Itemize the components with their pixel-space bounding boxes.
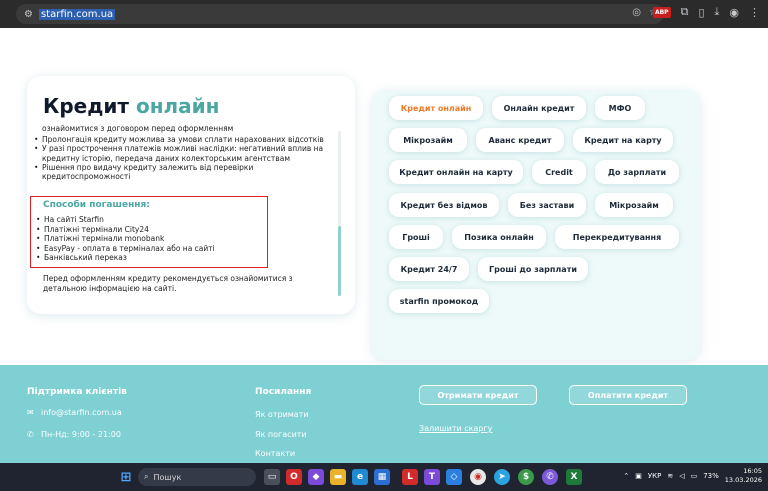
battery-icon[interactable]: ▭: [691, 472, 698, 480]
clock-date: 13.03.2026: [724, 476, 762, 484]
get-credit-button[interactable]: Отримати кредит: [419, 385, 537, 405]
tag-online-credit[interactable]: Онлайн кредит: [492, 96, 586, 120]
mail-icon: ✉: [27, 408, 34, 417]
tag-refinancing[interactable]: Перекредитування: [555, 225, 679, 249]
list-item: • Платіжні термінали City24: [36, 224, 149, 234]
tag-starfin-promo[interactable]: starfin промокод: [389, 289, 489, 313]
dropbox-icon[interactable]: ◇: [446, 469, 462, 485]
address-bar[interactable]: ⚙ starfin.com.ua ◎ ☆: [16, 4, 664, 24]
support-hours: ✆ Пн-Нд: 9:00 - 21:00: [27, 430, 121, 439]
extensions-icon[interactable]: ⧉: [681, 5, 689, 19]
list-item: • Пролонгація кредиту можлива за умови сп…: [34, 135, 324, 144]
volume-icon[interactable]: ◁: [679, 472, 684, 480]
link-how-to-pay[interactable]: Як погасити: [255, 430, 307, 439]
clock-time: 16:05: [743, 467, 762, 475]
links-heading: Посилання: [255, 387, 312, 397]
link-contacts[interactable]: Контакти: [255, 449, 295, 458]
windows-start-icon[interactable]: ⊞: [118, 469, 134, 485]
list-item: • Банківський переказ: [36, 253, 127, 262]
tag-until-salary[interactable]: До зарплати: [595, 160, 679, 184]
sidebar-icon[interactable]: ▯: [698, 6, 704, 19]
list-item: • Рішення про видачу кредиту залежить від…: [34, 162, 254, 182]
page-content: Кредит онлайн ознайомитися з договором п…: [0, 28, 768, 463]
browser-toolbar: ⚙ starfin.com.ua ◎ ☆ ABP ⧉ ▯ ⤓ ◉ ⋮: [0, 0, 768, 28]
list-item: • Платіжні термінали monobank: [36, 234, 165, 243]
url-text[interactable]: starfin.com.ua: [38, 8, 116, 20]
eye-off-icon[interactable]: ◎: [632, 7, 641, 18]
download-icon[interactable]: ⤓: [715, 5, 720, 19]
search-placeholder: Пошук: [153, 472, 182, 482]
tag-advance-credit[interactable]: Аванс кредит: [476, 128, 564, 152]
link-how-to-get[interactable]: Як отримати: [255, 410, 309, 419]
teams-icon[interactable]: T: [424, 469, 440, 485]
clock[interactable]: 16:05 13.03.2026: [725, 467, 762, 485]
list-item: • EasyPay - оплата в терміналах або на са…: [36, 243, 215, 253]
task-view-icon[interactable]: ▭: [264, 469, 280, 485]
tag-online-loan[interactable]: Позика онлайн: [452, 225, 546, 249]
tag-money[interactable]: Гроші: [389, 225, 443, 249]
tag-credit-to-card[interactable]: Кредит на карту: [573, 128, 673, 152]
tray-chevron-icon[interactable]: ⌃: [623, 472, 629, 480]
tag-credit-online-card[interactable]: Кредит онлайн на карту: [389, 160, 523, 184]
list-item: • У разі прострочення платежів можливі на…: [34, 144, 324, 163]
title-highlight: онлайн: [135, 94, 220, 118]
site-info-icon[interactable]: ⚙: [24, 9, 33, 20]
file-explorer-icon[interactable]: ▬: [330, 469, 346, 485]
tag-credit-24-7[interactable]: Кредит 24/7: [389, 257, 469, 281]
copilot-icon[interactable]: ◆: [308, 469, 324, 485]
viber-icon[interactable]: ✆: [542, 469, 558, 485]
footnote: Перед оформленням кредиту рекомендується…: [43, 274, 293, 293]
tag-microloan-2[interactable]: Мікрозайм: [595, 193, 673, 217]
chrome-icon[interactable]: ◉: [470, 469, 486, 485]
scrollbar-thumb[interactable]: [338, 226, 341, 296]
windows-taskbar: ⊞ ⌕ Пошук ▭ O ◆ ▬ e ▦ L T ◇ ◉ ➤ $ ✆ X ⌃ …: [0, 463, 768, 491]
store-icon[interactable]: ▦: [374, 469, 390, 485]
card-title: Кредит онлайн: [43, 94, 220, 118]
tag-no-refusal[interactable]: Кредит без відмов: [389, 193, 499, 217]
app-green-icon[interactable]: $: [518, 469, 534, 485]
tag-mfo[interactable]: МФО: [595, 96, 645, 120]
app-l-icon[interactable]: L: [402, 469, 418, 485]
tag-credit-online[interactable]: Кредит онлайн: [389, 96, 483, 120]
menu-icon[interactable]: ⋮: [749, 6, 760, 19]
leave-complaint-link[interactable]: Залишити скаргу: [419, 424, 492, 433]
telegram-icon[interactable]: ➤: [494, 469, 510, 485]
taskbar-search[interactable]: ⌕ Пошук: [138, 468, 256, 486]
payment-methods-title: Способи погашення:: [43, 200, 150, 210]
site-footer: Підтримка клієнтів ✉ info@starfin.com.ua …: [0, 365, 768, 463]
tag-no-collateral[interactable]: Без застави: [508, 193, 586, 217]
search-icon: ⌕: [144, 472, 149, 481]
payment-methods-list: • На сайті Starfin • Платіжні термінали Ci…: [36, 215, 215, 263]
pay-credit-button[interactable]: Оплатити кредит: [569, 385, 687, 405]
tag-money-until-salary[interactable]: Гроші до зарплати: [478, 257, 588, 281]
tag-microloan[interactable]: Мікрозайм: [389, 128, 467, 152]
battery-level: 73%: [703, 472, 719, 480]
wifi-icon[interactable]: ≋: [667, 472, 673, 480]
intro-fragment: ознайомитися з договором перед оформленн…: [42, 124, 234, 133]
adblock-extension-icon[interactable]: ABP: [652, 6, 671, 18]
tray-app-icon[interactable]: ▣: [635, 472, 642, 480]
tray-language[interactable]: УКР: [648, 472, 661, 480]
support-email[interactable]: ✉ info@starfin.com.ua: [27, 408, 122, 417]
support-heading: Підтримка клієнтів: [27, 387, 127, 397]
conditions-list: • Пролонгація кредиту можлива за умови сп…: [34, 135, 324, 181]
excel-icon[interactable]: X: [566, 469, 582, 485]
system-tray: ⌃ ▣ УКР ≋ ◁ ▭ 73% 16:05 13.03.2026: [623, 467, 762, 485]
phone-icon: ✆: [27, 430, 34, 439]
tag-credit[interactable]: Credit: [532, 160, 586, 184]
opera-icon[interactable]: O: [286, 469, 302, 485]
profile-icon[interactable]: ◉: [729, 6, 739, 19]
list-item: • На сайті Starfin: [36, 215, 104, 224]
title-main: Кредит: [43, 94, 129, 118]
edge-icon[interactable]: e: [352, 469, 368, 485]
